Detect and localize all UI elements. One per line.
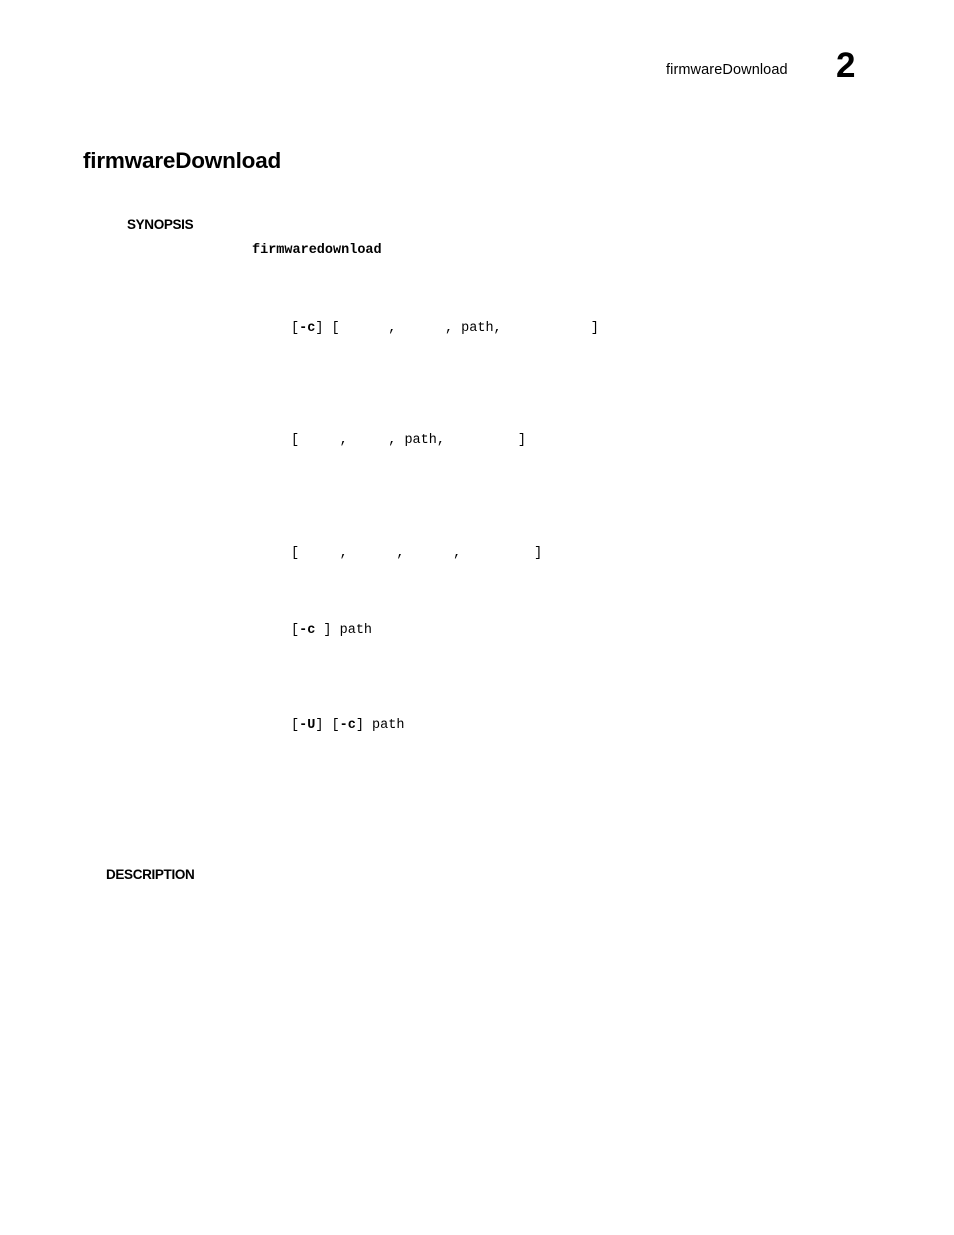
code-token: ] path bbox=[355, 718, 405, 733]
synopsis-command-name: firmwaredownload bbox=[252, 243, 382, 258]
code-token: -c bbox=[339, 718, 356, 733]
code-token: ] [ bbox=[315, 321, 340, 336]
code-token: -c bbox=[299, 321, 316, 336]
code-gap bbox=[445, 433, 518, 448]
code-gap bbox=[299, 546, 340, 561]
code-gap bbox=[404, 546, 453, 561]
synopsis-usage-line-5: [-U] [-c] path bbox=[291, 719, 404, 733]
code-token: ] bbox=[590, 321, 599, 336]
code-token: , bbox=[339, 433, 348, 448]
code-token: , bbox=[339, 546, 348, 561]
page-title: firmwareDownload bbox=[83, 148, 282, 174]
code-token: [ bbox=[291, 433, 300, 448]
code-gap bbox=[461, 546, 534, 561]
code-token: , path, bbox=[444, 321, 502, 336]
code-gap bbox=[340, 321, 389, 336]
running-header: firmwareDownload 2 bbox=[0, 48, 954, 102]
code-gap bbox=[348, 433, 389, 448]
code-gap bbox=[502, 321, 591, 336]
code-token: [ bbox=[291, 623, 300, 638]
code-token: ] bbox=[517, 433, 526, 448]
page-number: 2 bbox=[836, 46, 856, 85]
code-token: , path, bbox=[388, 433, 445, 448]
code-token: ] path bbox=[315, 623, 373, 638]
code-gap bbox=[299, 433, 340, 448]
synopsis-usage-line-2: [ , , path, ] bbox=[291, 434, 526, 448]
code-gap bbox=[348, 546, 397, 561]
synopsis-usage-line-4: [-c ] path bbox=[291, 624, 372, 638]
code-token: [ bbox=[291, 546, 300, 561]
code-token: ] [ bbox=[315, 718, 340, 733]
synopsis-usage-line-3: [ , , , ] bbox=[291, 547, 542, 561]
section-heading-synopsis: SYNOPSIS bbox=[127, 217, 194, 232]
code-token: , bbox=[453, 546, 462, 561]
synopsis-usage-line-1: [-c] [ , , path, ] bbox=[291, 322, 599, 336]
code-token: [ bbox=[291, 321, 300, 336]
code-token: [ bbox=[291, 718, 300, 733]
section-heading-description: DESCRIPTION bbox=[106, 867, 195, 882]
running-header-title: firmwareDownload bbox=[666, 62, 788, 78]
document-page: firmwareDownload 2 firmwareDownload SYNO… bbox=[0, 0, 954, 1235]
code-gap bbox=[396, 321, 445, 336]
code-token: -U bbox=[299, 718, 316, 733]
code-token: ] bbox=[534, 546, 543, 561]
code-token: -c bbox=[299, 623, 316, 638]
